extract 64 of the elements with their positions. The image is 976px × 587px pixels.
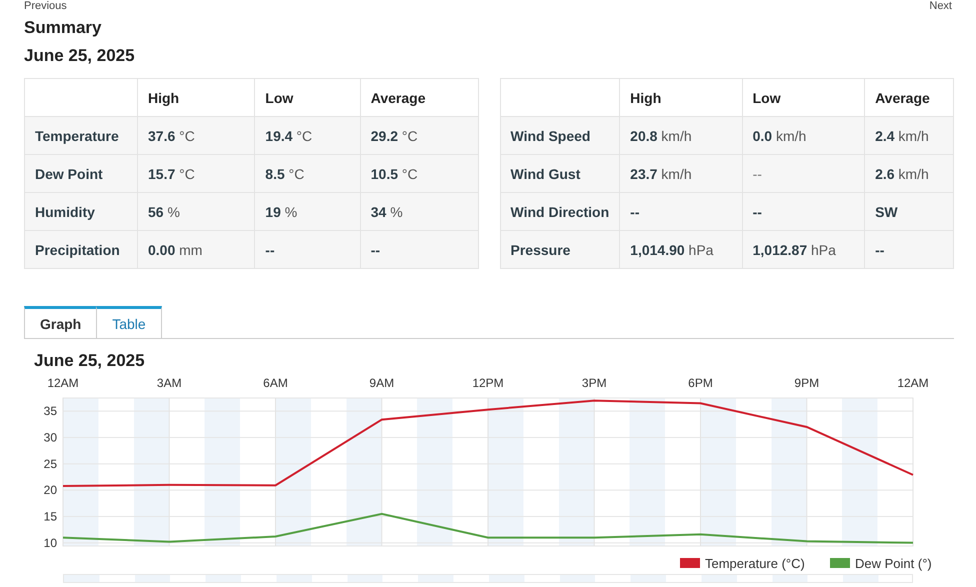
column-header: High (138, 78, 255, 116)
summary-title: Summary (24, 17, 102, 39)
row-label: Temperature (24, 116, 138, 154)
y-tick-label: 15 (44, 510, 57, 524)
column-header: High (620, 78, 742, 116)
time-label: 3PM (582, 376, 607, 390)
column-header: Average (864, 78, 954, 116)
table-cell: 1,014.90 hPa (620, 230, 742, 268)
time-label: 6AM (263, 376, 288, 390)
legend-swatch (680, 558, 700, 568)
row-label: Pressure (500, 230, 620, 268)
row-label: Wind Speed (500, 116, 620, 154)
table-cell: -- (360, 230, 478, 268)
table-cell: 23.7 km/h (620, 154, 742, 192)
table-cell: 15.7 °C (138, 154, 255, 192)
row-label: Wind Direction (500, 192, 620, 230)
table-cell: 37.6 °C (138, 116, 255, 154)
table-cell: 20.8 km/h (620, 116, 742, 154)
table-cell: -- (742, 154, 865, 192)
table-cell: 29.2 °C (360, 116, 478, 154)
time-label: 9PM (794, 376, 820, 390)
table-cell: 0.0 km/h (742, 116, 865, 154)
legend-swatch (830, 558, 850, 568)
time-label: 6PM (688, 376, 713, 390)
time-label: 3AM (156, 376, 182, 390)
y-tick-label: 20 (44, 483, 57, 498)
table-cell: 34 % (360, 192, 478, 230)
column-header: Low (742, 78, 865, 116)
table-cell: -- (620, 192, 742, 230)
previous-link[interactable]: Previous (24, 0, 67, 12)
table-cell: 1,012.87 hPa (742, 230, 865, 268)
y-tick-label: 35 (44, 404, 57, 418)
time-label: 12AM (47, 376, 79, 390)
legend-label[interactable]: Dew Point (°) (855, 556, 932, 571)
tab[interactable]: Graph (24, 306, 98, 338)
table-cell: 8.5 °C (254, 154, 360, 192)
table-cell: -- (864, 230, 954, 268)
time-label: 12AM (897, 376, 929, 390)
summary-date: June 25, 2025 (24, 45, 136, 67)
time-label: 12PM (472, 376, 504, 390)
table-cell: 56 % (138, 192, 255, 230)
tab[interactable]: Table (96, 306, 162, 338)
table-cell: 19 % (254, 192, 360, 230)
row-label: Wind Gust (500, 154, 620, 192)
table-cell: 19.4 °C (254, 116, 360, 154)
y-tick-label: 30 (44, 430, 57, 444)
column-header: Low (254, 78, 360, 116)
row-label: Precipitation (24, 230, 138, 268)
y-tick-label: 10 (44, 536, 57, 550)
chart-title: June 25, 2025 (34, 351, 146, 371)
column-header: Average (360, 78, 478, 116)
table-cell: 2.6 km/h (864, 154, 954, 192)
y-tick-label: 25 (44, 456, 57, 471)
table-cell: 0.00 mm (138, 230, 255, 268)
table-cell: 2.4 km/h (864, 116, 954, 154)
table-cell: 10.5 °C (360, 154, 478, 192)
table-cell: -- (254, 230, 360, 268)
table-cell: SW (864, 192, 954, 230)
legend-label[interactable]: Temperature (°C) (705, 556, 805, 571)
row-label: Humidity (24, 192, 138, 230)
row-label: Dew Point (24, 154, 138, 192)
next-link[interactable]: Next (929, 0, 952, 12)
time-label: 9AM (369, 376, 394, 390)
table-cell: -- (742, 192, 865, 230)
